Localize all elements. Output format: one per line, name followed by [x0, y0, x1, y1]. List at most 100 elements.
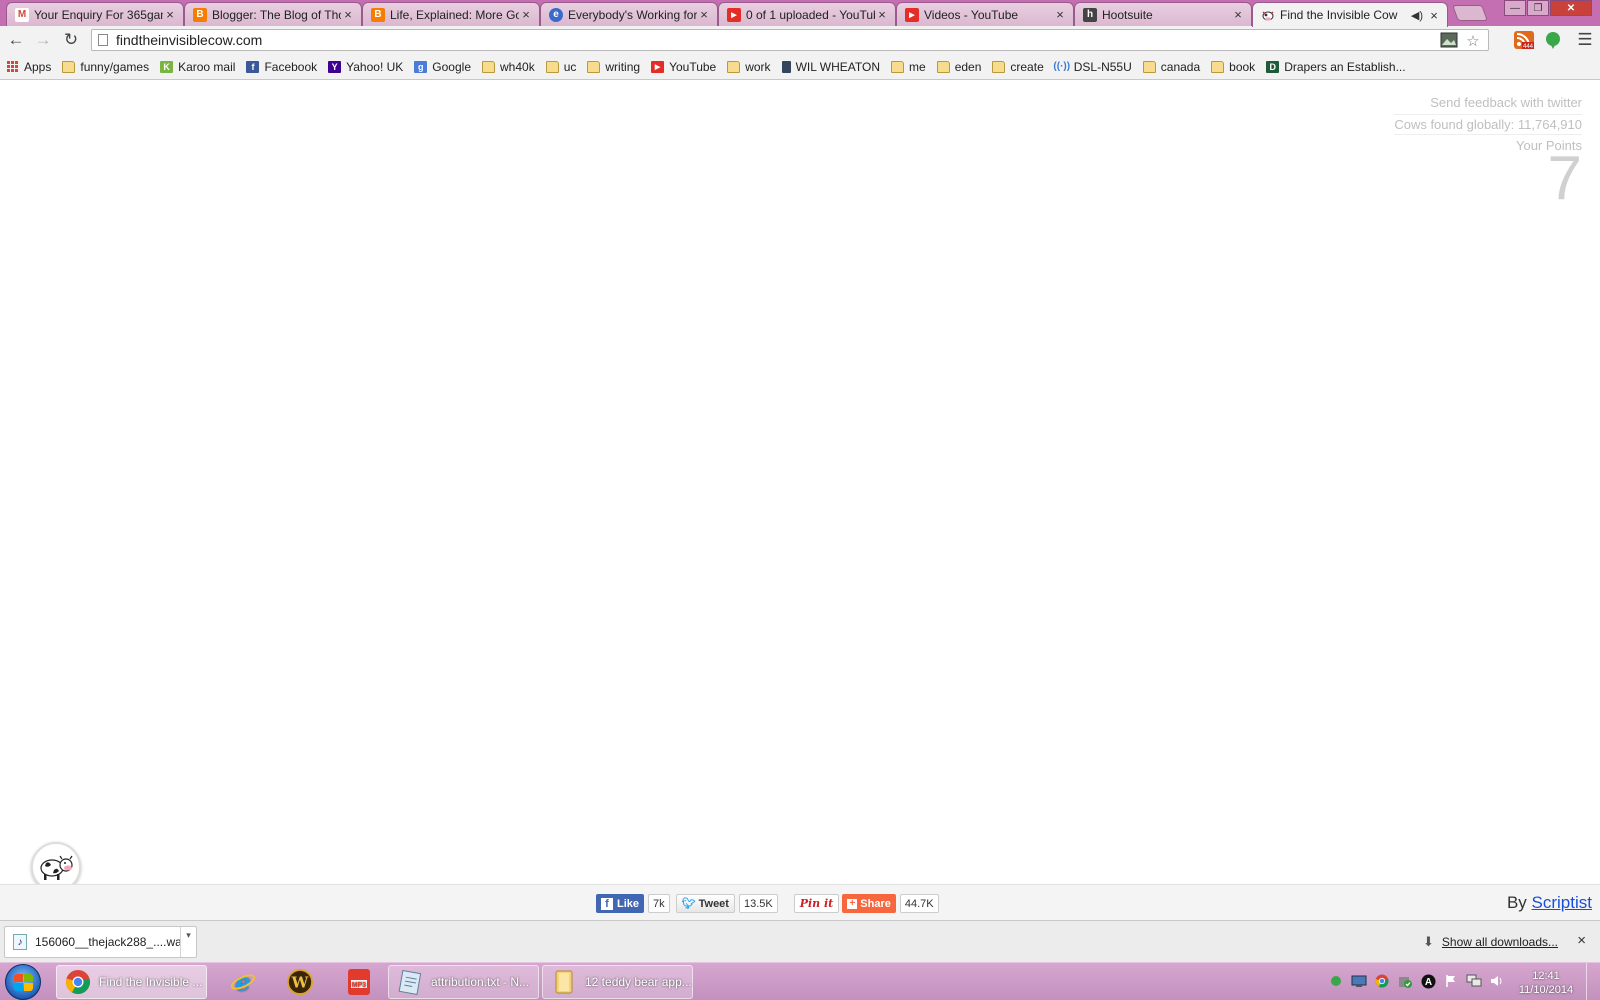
- download-menu-arrow[interactable]: ▾: [180, 927, 196, 957]
- close-icon[interactable]: ×: [1053, 7, 1067, 22]
- bookmark-label: work: [745, 59, 771, 74]
- bookmark-label: DSL-N55U: [1073, 59, 1132, 74]
- tab-everybodys-working[interactable]: e Everybody's Working for t ×: [540, 2, 718, 26]
- speaker-icon[interactable]: ◀): [1411, 9, 1423, 22]
- close-icon[interactable]: ×: [1427, 8, 1441, 23]
- avast-icon[interactable]: A: [1420, 973, 1436, 989]
- green-extension-icon[interactable]: [1543, 31, 1563, 49]
- close-window-button[interactable]: ✕: [1550, 0, 1592, 16]
- tweet-button[interactable]: 🐦︎ Tweet: [675, 894, 735, 913]
- bookmark-drapers[interactable]: D Drapers an Establish...: [1266, 60, 1406, 74]
- green-status-icon[interactable]: [1328, 973, 1344, 989]
- google-icon: g: [414, 60, 428, 73]
- bookmark-work[interactable]: work: [727, 59, 771, 74]
- image-icon[interactable]: [1440, 32, 1458, 48]
- start-button[interactable]: [5, 964, 41, 1000]
- drapers-icon: D: [1266, 60, 1280, 73]
- youtube-icon: ▶: [905, 7, 919, 22]
- facebook-like-button[interactable]: f Like: [596, 894, 645, 913]
- tab-gmail[interactable]: M Your Enquiry For 365gam ×: [6, 2, 184, 26]
- cow-icon: [40, 855, 73, 880]
- bookmark-label: book: [1229, 59, 1256, 74]
- bookmark-facebook[interactable]: f Facebook: [246, 60, 317, 74]
- bookmark-canada[interactable]: canada: [1142, 60, 1200, 74]
- bookmark-me[interactable]: me: [891, 60, 926, 74]
- system-tray: A: [1328, 973, 1512, 989]
- tab-find-the-invisible-cow[interactable]: Find the Invisible Cow ◀) ×: [1252, 2, 1448, 27]
- bookmark-apps[interactable]: Apps: [6, 60, 51, 74]
- bookmarks-bar: Apps funny/games K Karoo mail f Facebook…: [0, 54, 1600, 80]
- taskbar-chrome[interactable]: Find the Invisible ...: [56, 965, 207, 999]
- facebook-icon: f: [246, 60, 260, 73]
- cows-found-globally: Cows found globally: 11,764,910: [1394, 114, 1582, 135]
- show-desktop-button[interactable]: [1586, 963, 1600, 1000]
- web-icon: e: [549, 7, 563, 22]
- tab-life-explained[interactable]: B Life, Explained: More Goo ×: [362, 2, 540, 26]
- taskbar-notepad[interactable]: attribution.txt - N...: [388, 965, 539, 999]
- menu-icon[interactable]: ☰: [1575, 30, 1595, 49]
- scriptist-link[interactable]: Scriptist: [1532, 893, 1592, 912]
- show-all-downloads[interactable]: ⬇ Show all downloads...: [1423, 934, 1558, 950]
- pinterest-button[interactable]: Pin it: [793, 894, 840, 913]
- tab-youtube-videos[interactable]: ▶ Videos - YouTube ×: [896, 2, 1074, 26]
- warcraft-icon: W: [287, 969, 313, 995]
- bookmark-uc[interactable]: uc: [545, 60, 576, 74]
- bookmark-book[interactable]: book: [1211, 60, 1255, 74]
- tab-blogger[interactable]: B Blogger: The Blog of Tho ×: [184, 2, 362, 26]
- bookmark-eden[interactable]: eden: [936, 60, 981, 74]
- tab-title: 0 of 1 uploaded - YouTub: [746, 7, 875, 22]
- bookmark-karoo-mail[interactable]: K Karoo mail: [160, 60, 235, 74]
- volume-icon[interactable]: [1489, 973, 1505, 989]
- bookmark-wh40k[interactable]: wh40k: [482, 60, 535, 74]
- bookmark-dsl-n55u[interactable]: ((·)) DSL-N55U: [1053, 59, 1132, 74]
- bookmark-yahoo-uk[interactable]: Y Yahoo! UK: [328, 60, 403, 74]
- download-shelf: ♪ 156060__thejack288_....wav ▾ ⬇ Show al…: [0, 920, 1600, 962]
- taskbar-warcraft[interactable]: W: [279, 965, 319, 999]
- chrome-icon[interactable]: [1374, 973, 1390, 989]
- security-check-icon[interactable]: [1397, 973, 1413, 989]
- bookmark-label: WIL WHEATON: [795, 59, 881, 74]
- forward-button[interactable]: →: [32, 30, 54, 50]
- close-download-shelf-button[interactable]: ×: [1577, 932, 1586, 949]
- back-button[interactable]: ←: [5, 30, 27, 50]
- tab-title: Everybody's Working for t: [568, 7, 697, 22]
- taskbar-mp3-app[interactable]: MP3: [338, 965, 378, 999]
- close-icon[interactable]: ×: [519, 7, 533, 22]
- tab-title: Blogger: The Blog of Tho: [212, 7, 341, 22]
- rss-extension-icon[interactable]: 444: [1514, 31, 1534, 49]
- chrome-icon: [65, 969, 91, 995]
- download-item[interactable]: ♪ 156060__thejack288_....wav ▾: [4, 926, 197, 958]
- close-icon[interactable]: ×: [1231, 7, 1245, 22]
- close-icon[interactable]: ×: [697, 7, 711, 22]
- share-button[interactable]: + Share: [842, 894, 896, 913]
- url-text[interactable]: findtheinvisiblecow.com: [116, 32, 1440, 48]
- address-bar[interactable]: findtheinvisiblecow.com ☆: [91, 29, 1489, 51]
- restore-button[interactable]: ❐: [1527, 0, 1549, 16]
- bookmark-youtube[interactable]: ▶ YouTube: [651, 60, 716, 74]
- tab-youtube-upload[interactable]: ▶ 0 of 1 uploaded - YouTub ×: [718, 2, 896, 26]
- close-icon[interactable]: ×: [341, 7, 355, 22]
- network-monitor-icon[interactable]: [1351, 973, 1367, 989]
- network-icon[interactable]: [1466, 973, 1482, 989]
- bookmark-funny-games[interactable]: funny/games: [62, 60, 149, 74]
- reload-button[interactable]: ↻: [60, 30, 82, 50]
- bookmark-label: create: [1010, 59, 1044, 74]
- tab-hootsuite[interactable]: h Hootsuite ×: [1074, 2, 1252, 26]
- bookmark-wil-wheaton[interactable]: WIL WHEATON: [781, 59, 881, 74]
- bookmark-create[interactable]: create: [992, 59, 1044, 74]
- bookmark-google[interactable]: g Google: [414, 60, 471, 74]
- new-tab-button[interactable]: [1452, 5, 1488, 21]
- send-feedback-link[interactable]: Send feedback with twitter: [1394, 95, 1582, 110]
- close-icon[interactable]: ×: [875, 7, 889, 22]
- action-center-flag-icon[interactable]: [1443, 973, 1459, 989]
- page-content[interactable]: Send feedback with twitter Cows found gl…: [0, 81, 1600, 906]
- taskbar-explorer-folder[interactable]: 12 teddy bear app...: [542, 965, 693, 999]
- bookmark-writing[interactable]: writing: [587, 60, 640, 74]
- facebook-icon: f: [601, 897, 613, 910]
- system-clock[interactable]: 12:41 11/10/2014: [1514, 969, 1578, 997]
- minimize-button[interactable]: —: [1504, 0, 1526, 16]
- folder-icon: [587, 60, 601, 73]
- star-icon[interactable]: ☆: [1464, 32, 1482, 50]
- close-icon[interactable]: ×: [163, 7, 177, 22]
- taskbar-internet-explorer[interactable]: e: [222, 965, 262, 999]
